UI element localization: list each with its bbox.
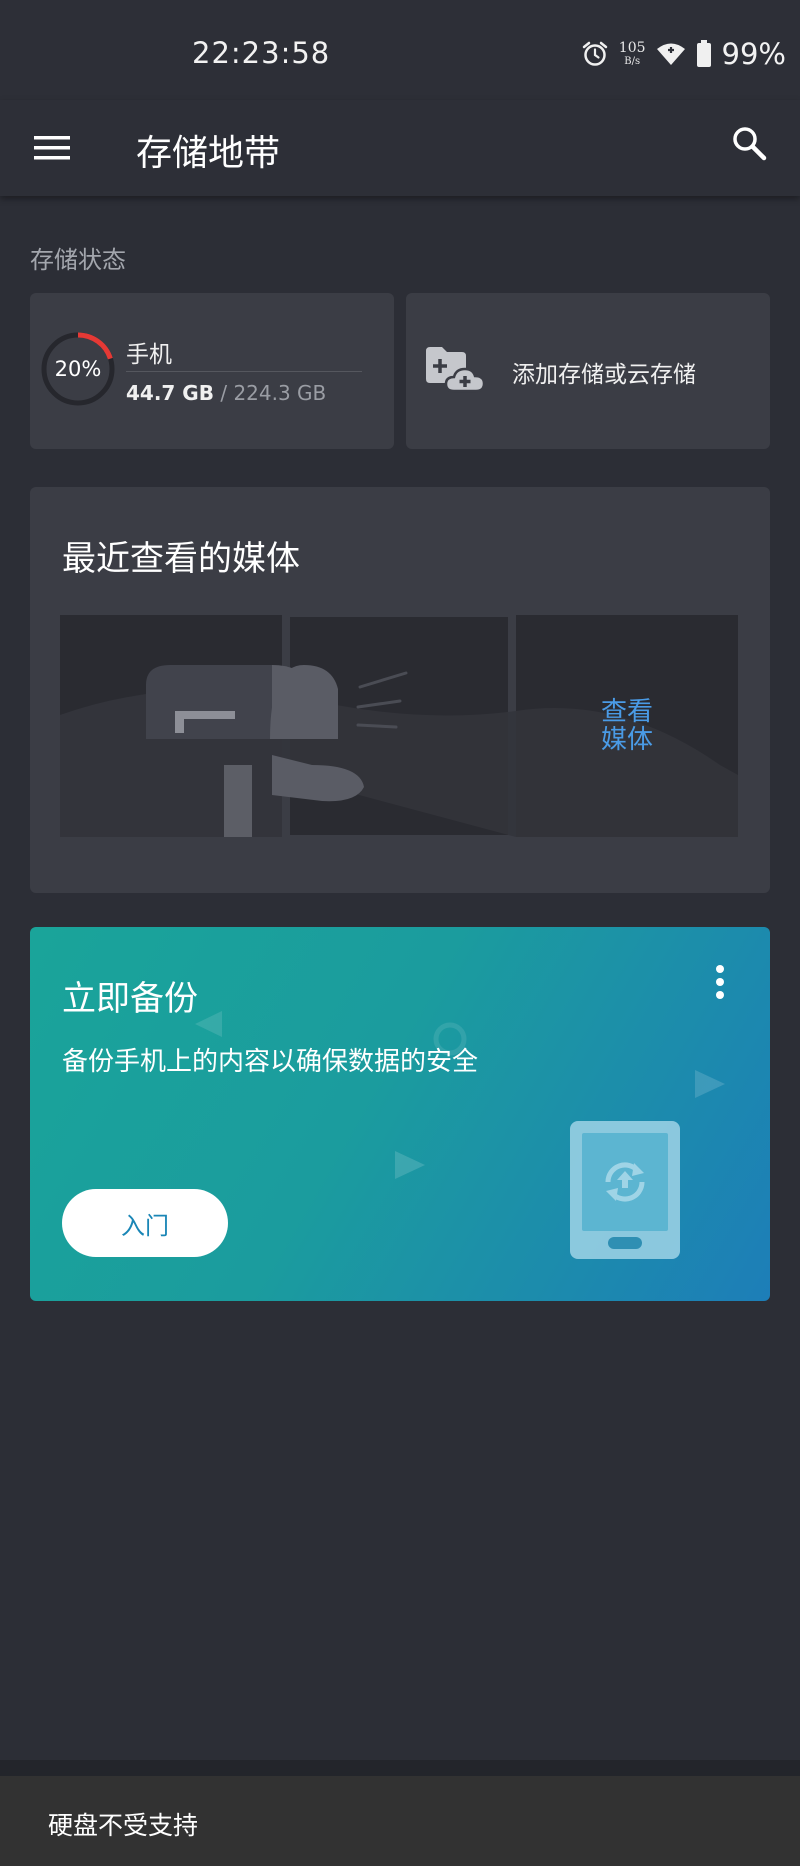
phone-storage-usage: 44.7 GB / 224.3 GB	[126, 381, 326, 405]
phone-storage-card[interactable]: 20% 手机 44.7 GB / 224.3 GB	[30, 293, 394, 449]
toast-message: 硬盘不受支持	[48, 1811, 199, 1840]
recent-media-card: 最近查看的媒体 查看 媒体	[30, 487, 770, 893]
add-folder-cloud-icon	[424, 345, 490, 393]
status-icons: 105 B/s 99%	[581, 36, 786, 72]
search-icon[interactable]	[728, 122, 772, 166]
storage-usage-percent: 20%	[54, 357, 102, 381]
storage-status-label: 存储状态	[30, 246, 126, 274]
add-storage-label: 添加存储或云存储	[512, 362, 696, 388]
bottom-bar-edge	[0, 1760, 800, 1776]
net-speed: 105 B/s	[619, 41, 646, 67]
status-bar: 22:23:58 105 B/s 99%	[0, 0, 800, 100]
storage-used: 44.7 GB	[126, 381, 214, 405]
alarm-icon	[581, 40, 609, 68]
storage-total: 224.3 GB	[233, 381, 327, 405]
net-speed-unit: B/s	[624, 56, 641, 67]
page-title: 存储地带	[136, 133, 281, 174]
view-media-label: 查看 媒体	[600, 697, 653, 755]
recent-media-title: 最近查看的媒体	[62, 539, 300, 579]
get-started-button[interactable]: 入门	[62, 1189, 228, 1257]
media-tile[interactable]	[290, 617, 508, 835]
battery-percent: 99%	[721, 37, 786, 71]
add-storage-card[interactable]: 添加存储或云存储	[406, 293, 770, 449]
backup-title: 立即备份	[62, 979, 198, 1019]
battery-icon	[696, 40, 712, 68]
view-media-link[interactable]: 查看 媒体	[516, 615, 738, 837]
more-vert-icon[interactable]	[714, 963, 726, 1001]
wifi-icon	[656, 41, 686, 67]
divider	[126, 371, 362, 372]
backup-card: 立即备份 备份手机上的内容以确保数据的安全 入门	[30, 927, 770, 1301]
recent-media-grid: 查看 媒体	[60, 615, 746, 847]
status-time: 22:23:58	[192, 36, 331, 70]
toast: 硬盘不受支持	[0, 1776, 800, 1866]
phone-storage-name: 手机	[126, 342, 172, 368]
menu-icon[interactable]	[32, 128, 72, 168]
app-bar: 存储地带	[0, 100, 800, 196]
media-tile[interactable]	[60, 615, 282, 837]
storage-separator: /	[220, 381, 228, 405]
net-speed-value: 105	[618, 40, 646, 56]
backup-description: 备份手机上的内容以确保数据的安全	[62, 1047, 479, 1077]
tablet-sync-icon	[568, 1119, 682, 1261]
